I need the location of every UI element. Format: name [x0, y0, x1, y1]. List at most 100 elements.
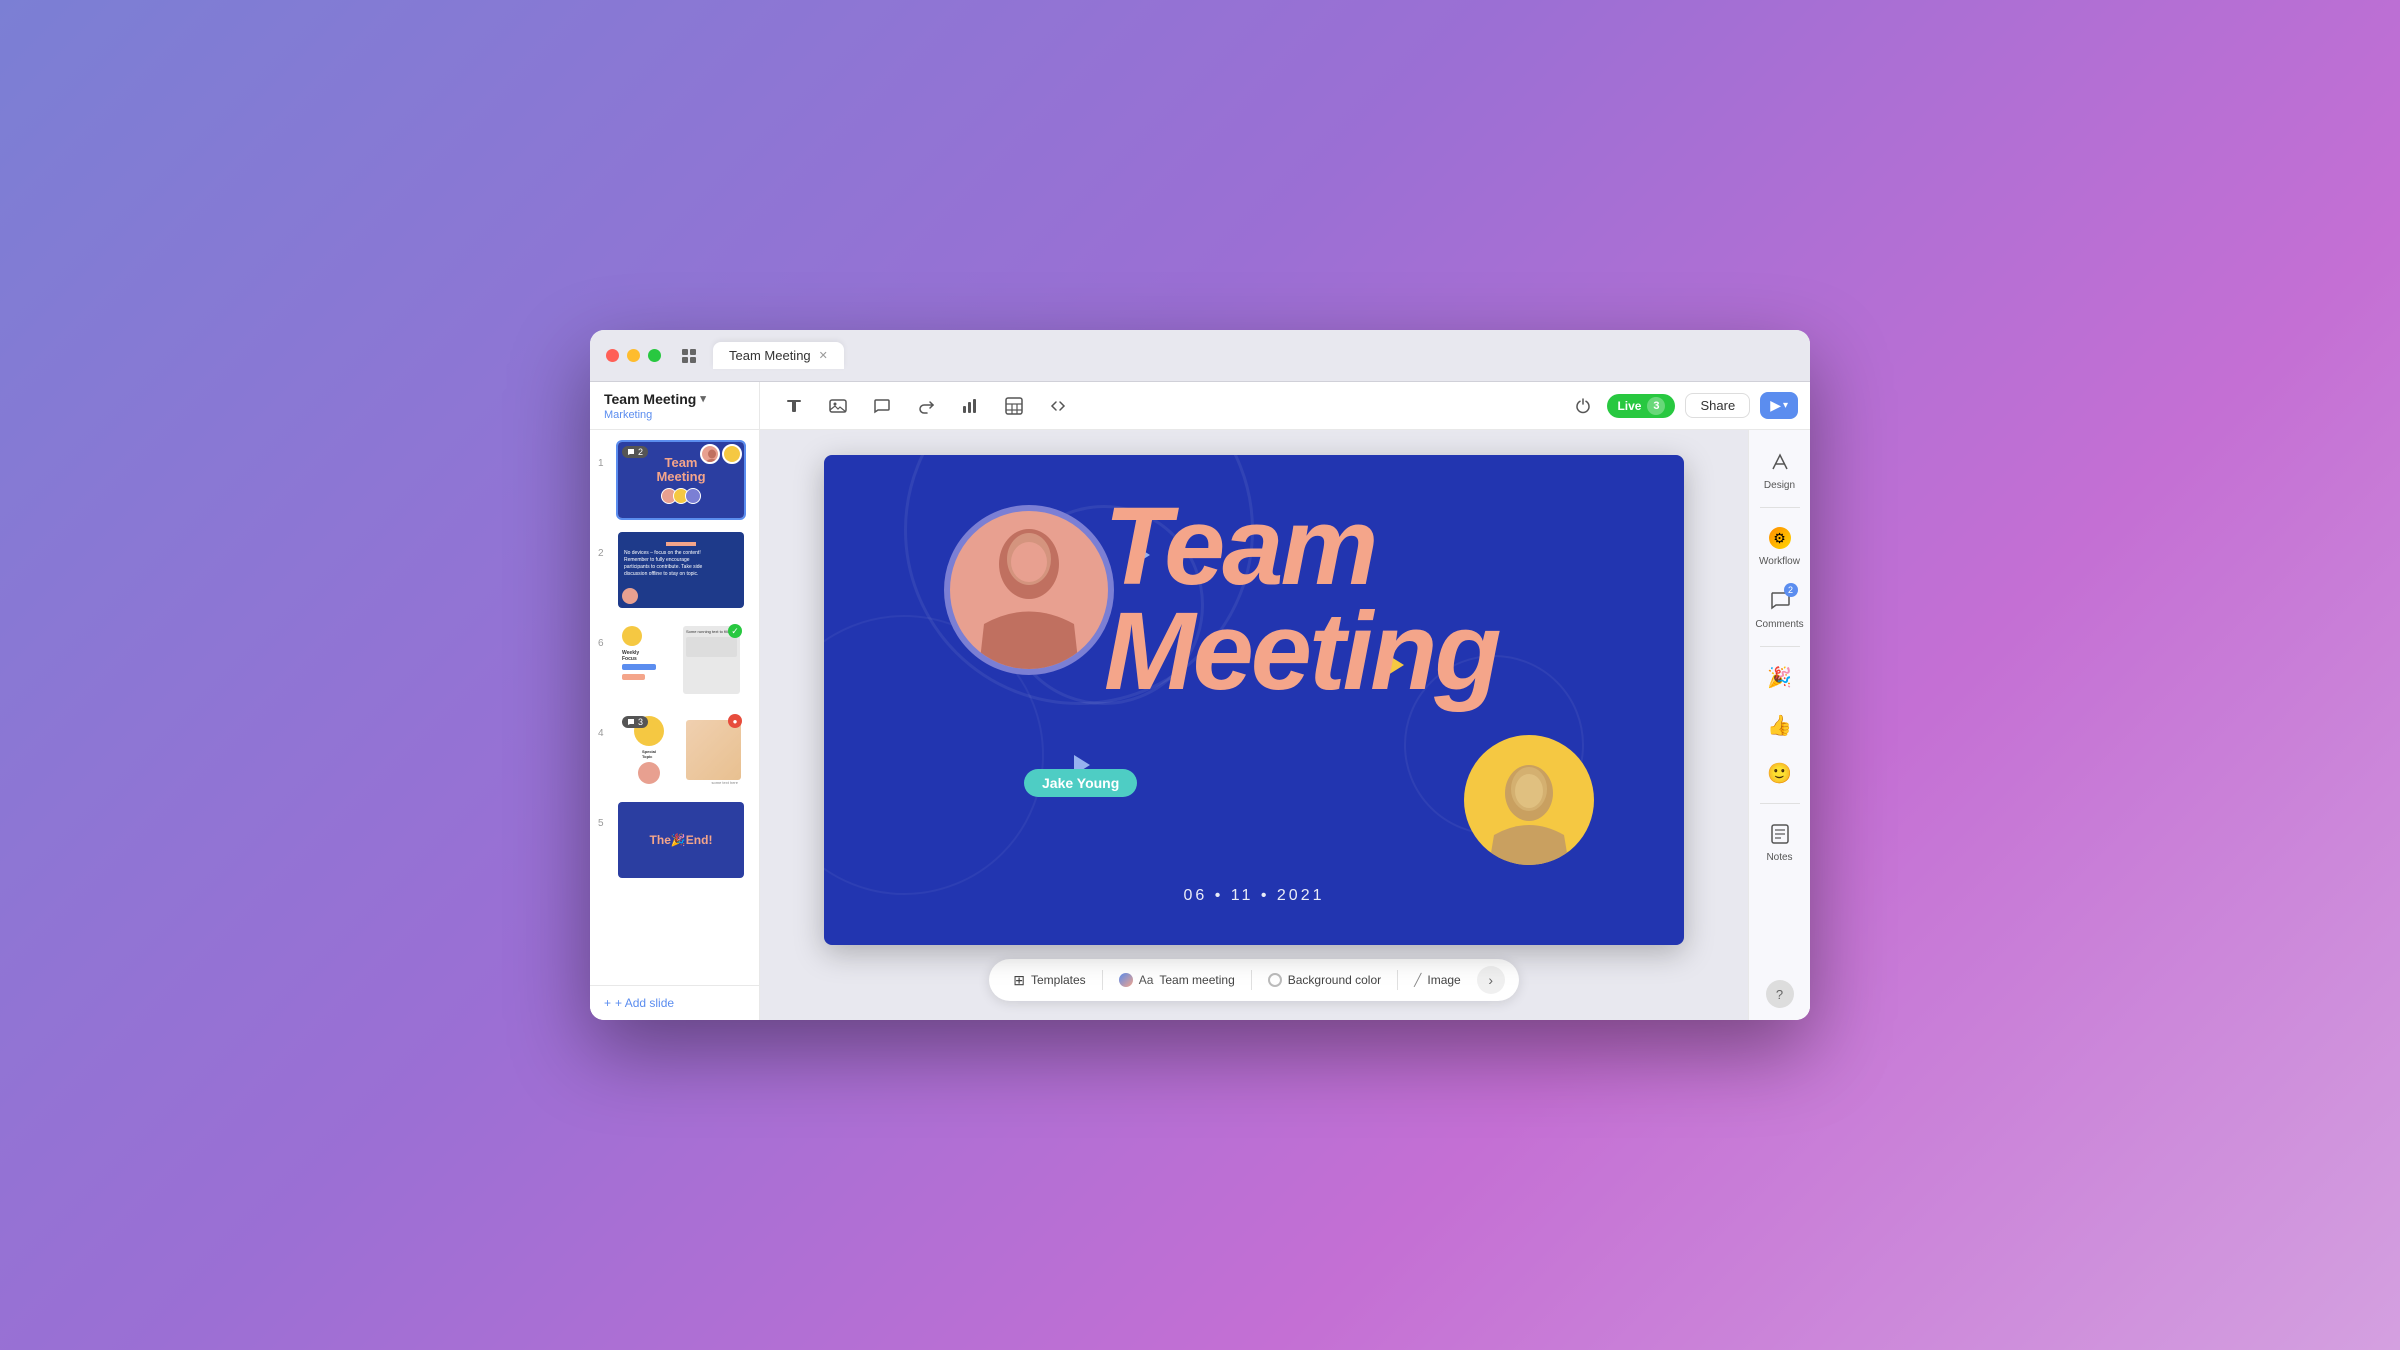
slide-thumbnail[interactable]: No devices – focus on the content!Rememb…: [616, 530, 746, 610]
canvas-area: Team Meeting Jake Youn: [760, 430, 1748, 1020]
templates-button[interactable]: ⊞ Templates: [1003, 968, 1095, 993]
slide-number: 4: [598, 710, 610, 739]
comments-label: Comments: [1755, 619, 1803, 630]
person-name: Jake Young: [1042, 775, 1119, 791]
check-badge: ✓: [728, 624, 742, 638]
slides-list: 1 2 TeamMeeting: [590, 430, 759, 985]
comment-badge: 2: [622, 446, 648, 458]
slide-5-title: The🎉End!: [650, 833, 713, 847]
workflow-label: Workflow: [1759, 556, 1800, 567]
main-content: 1 2 TeamMeeting: [590, 430, 1810, 1020]
list-item: 5 The🎉End!: [598, 800, 751, 880]
party-icon: 🎉: [1766, 663, 1794, 691]
avatar-woman: [944, 505, 1114, 675]
recording-badge: ●: [728, 714, 742, 728]
comment-tool-icon[interactable]: [868, 392, 896, 420]
more-options-button[interactable]: ›: [1477, 966, 1505, 994]
slide-3-img: [686, 637, 737, 657]
workflow-avatar-icon: ⚙: [1769, 527, 1791, 549]
active-tab[interactable]: Team Meeting ✕: [713, 342, 844, 369]
comment-badge: 3: [622, 716, 648, 728]
traffic-lights: [606, 349, 661, 362]
design-panel-item[interactable]: Design: [1753, 442, 1807, 497]
panel-divider-3: [1760, 803, 1800, 804]
maximize-button[interactable]: [648, 349, 661, 362]
avatar-2: [722, 444, 742, 464]
live-label: Live: [1617, 399, 1641, 413]
emoji1-panel-item[interactable]: 🎉: [1753, 657, 1807, 697]
slide-thumbnail[interactable]: The🎉End!: [616, 800, 746, 880]
add-slide-label: + Add slide: [615, 996, 674, 1010]
play-button[interactable]: ▶ ▾: [1760, 392, 1798, 419]
main-toolbar: [760, 392, 1557, 420]
design-icon: [1766, 448, 1794, 476]
image-tool-icon[interactable]: [824, 392, 852, 420]
title-dropdown-icon[interactable]: ▾: [700, 392, 706, 405]
bottom-toolbar: ⊞ Templates Aa Team meeting Background c…: [989, 959, 1518, 1001]
add-slide-button[interactable]: + + Add slide: [590, 985, 759, 1020]
slide-thumbnail[interactable]: 3 ● SpecialTopic: [616, 710, 746, 790]
notes-icon: [1766, 820, 1794, 848]
chart-tool-icon[interactable]: [956, 392, 984, 420]
slide-3-icon: [622, 626, 642, 646]
slide-thumbnail[interactable]: ✓ WeeklyFocus Some running text to fill.: [616, 620, 746, 700]
comment-count: 2: [638, 447, 643, 457]
table-tool-icon[interactable]: [1000, 392, 1028, 420]
emoji2-panel-item[interactable]: 👍: [1753, 705, 1807, 745]
image-button[interactable]: ╱ Image: [1404, 969, 1471, 991]
bg-color-button[interactable]: Background color: [1258, 969, 1391, 991]
close-button[interactable]: [606, 349, 619, 362]
slide-title-line2: Meeting: [1104, 590, 1499, 713]
emoji3-panel-item[interactable]: 🙂: [1753, 753, 1807, 793]
grid-icon[interactable]: [673, 340, 705, 372]
comments-panel-item[interactable]: 2 Comments: [1753, 581, 1807, 636]
slide-3-bg: WeeklyFocus Some running text to fill...: [618, 622, 744, 698]
slide-2-bg: No devices – focus on the content!Rememb…: [618, 532, 744, 608]
embed-tool-icon[interactable]: [1044, 392, 1072, 420]
comment-count-4: 3: [638, 717, 643, 727]
list-item: 1 2 TeamMeeting: [598, 440, 751, 520]
design-label: Design: [1764, 480, 1795, 491]
avatar-group: [700, 444, 742, 464]
share-button[interactable]: Share: [1685, 393, 1750, 418]
panel-divider-1: [1760, 507, 1800, 508]
image-label: Image: [1427, 973, 1460, 987]
main-slide-canvas[interactable]: Team Meeting Jake Youn: [824, 455, 1684, 945]
play-dropdown-icon[interactable]: ▾: [1783, 400, 1788, 411]
notes-panel-item[interactable]: Notes: [1753, 814, 1807, 869]
presentation-title[interactable]: Team Meeting: [604, 391, 696, 407]
live-count: 3: [1647, 397, 1665, 415]
list-item: 2 No devices – focus on the content!Reme…: [598, 530, 751, 610]
slide-number: 6: [598, 620, 610, 649]
slide-3-label: WeeklyFocus: [622, 650, 679, 662]
slide-number: 5: [598, 800, 610, 829]
app-window: Team Meeting ✕ Team Meeting ▾ Marketing: [590, 330, 1810, 1020]
templates-icon: ⊞: [1013, 972, 1025, 989]
sidebar-header: Team Meeting ▾ Marketing: [590, 382, 760, 429]
tab-label: Team Meeting: [729, 348, 811, 363]
slide-date: 06 • 11 • 2021: [1184, 887, 1325, 905]
thumb-avatar-3: [685, 488, 701, 504]
power-icon[interactable]: [1569, 392, 1597, 420]
avatar-man: [1464, 735, 1594, 865]
text-tool-icon[interactable]: [780, 392, 808, 420]
tab-close-icon[interactable]: ✕: [819, 349, 828, 362]
slide-4-avatar: [638, 762, 660, 784]
list-item: 4 3 ● SpecialTopic: [598, 710, 751, 790]
minimize-button[interactable]: [627, 349, 640, 362]
thumbsup-icon: 👍: [1766, 711, 1794, 739]
list-item: 6 ✓ WeeklyFocus S: [598, 620, 751, 700]
slide-thumbnail[interactable]: 2 TeamMeeting: [616, 440, 746, 520]
theme-button[interactable]: Aa Team meeting: [1109, 969, 1245, 991]
workflow-panel-item[interactable]: ⚙ Workflow: [1753, 518, 1807, 573]
name-tag: Jake Young: [1024, 769, 1137, 797]
slide-4-label: SpecialTopic: [642, 749, 656, 759]
right-panel: Design ⚙ Workflow 2 Comments 🎉: [1748, 430, 1810, 1020]
panel-divider-2: [1760, 646, 1800, 647]
redo-tool-icon[interactable]: [912, 392, 940, 420]
help-button[interactable]: ?: [1766, 980, 1794, 1008]
header-row: Team Meeting ▾ Marketing: [590, 382, 1810, 430]
header-right: Live 3 Share ▶ ▾: [1557, 392, 1810, 420]
live-badge[interactable]: Live 3: [1607, 394, 1675, 418]
subtitle: Marketing: [604, 409, 745, 421]
